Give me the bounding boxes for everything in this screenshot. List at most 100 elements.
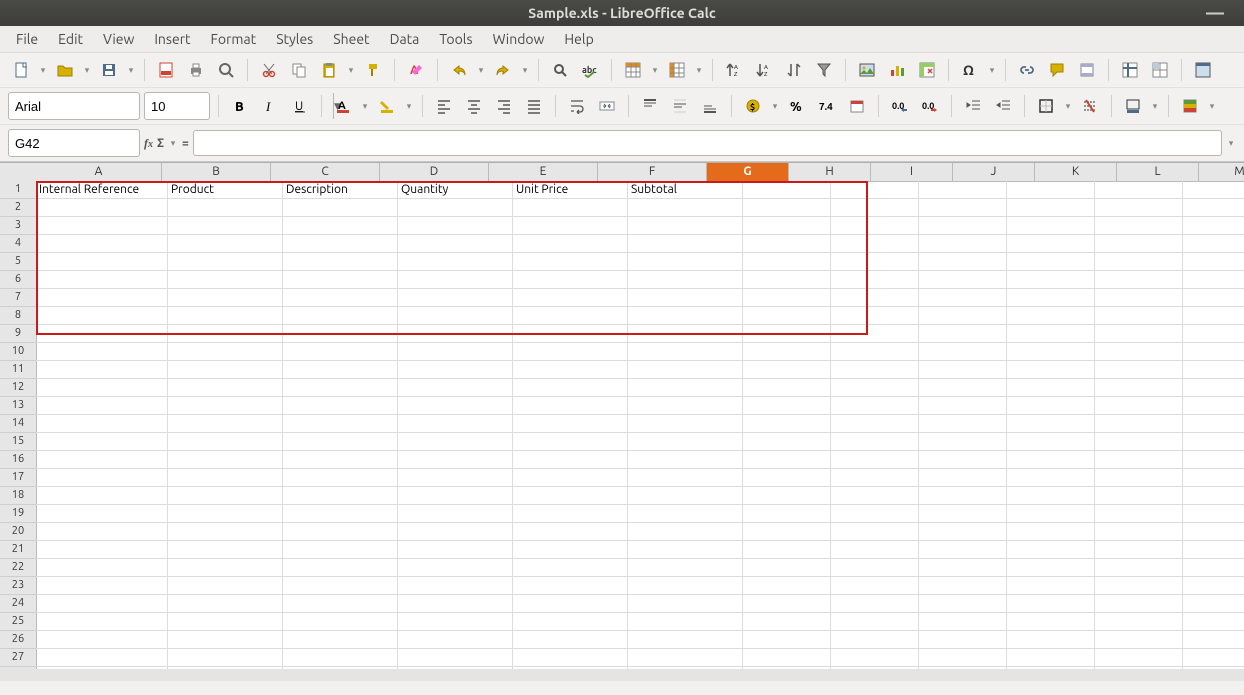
cell-G25[interactable] bbox=[743, 613, 831, 630]
cell-G9[interactable] bbox=[743, 325, 831, 342]
cell-I15[interactable] bbox=[919, 433, 1007, 450]
cell-L27[interactable] bbox=[1183, 649, 1244, 666]
cell-I26[interactable] bbox=[919, 631, 1007, 648]
sort-asc-icon[interactable]: AZ bbox=[721, 57, 747, 83]
cell-J8[interactable] bbox=[1007, 307, 1095, 324]
menu-window[interactable]: Window bbox=[487, 29, 551, 49]
cell-F18[interactable] bbox=[628, 487, 743, 504]
valign-top-icon[interactable] bbox=[637, 93, 663, 119]
cell-H4[interactable] bbox=[831, 235, 919, 252]
row-header-16[interactable]: 16 bbox=[0, 451, 36, 469]
cell-C13[interactable] bbox=[283, 397, 398, 414]
cell-I19[interactable] bbox=[919, 505, 1007, 522]
cell-K25[interactable] bbox=[1095, 613, 1183, 630]
cell-H19[interactable] bbox=[831, 505, 919, 522]
cell-H11[interactable] bbox=[831, 361, 919, 378]
cell-G24[interactable] bbox=[743, 595, 831, 612]
cell-L2[interactable] bbox=[1183, 199, 1244, 216]
cell-F24[interactable] bbox=[628, 595, 743, 612]
cell-E15[interactable] bbox=[513, 433, 628, 450]
cell-F20[interactable] bbox=[628, 523, 743, 540]
cell-F16[interactable] bbox=[628, 451, 743, 468]
clone-format-icon[interactable] bbox=[360, 57, 386, 83]
number-icon[interactable]: 7.4 bbox=[814, 93, 840, 119]
copy-icon[interactable] bbox=[286, 57, 312, 83]
cell-J5[interactable] bbox=[1007, 253, 1095, 270]
cell-G18[interactable] bbox=[743, 487, 831, 504]
align-right-icon[interactable] bbox=[491, 93, 517, 119]
column-header-M[interactable]: M bbox=[1199, 163, 1244, 181]
row-header-15[interactable]: 15 bbox=[0, 433, 36, 451]
border-icon[interactable] bbox=[1033, 93, 1059, 119]
cell-D8[interactable] bbox=[398, 307, 513, 324]
font-color-icon[interactable]: A bbox=[330, 93, 356, 119]
cell-C3[interactable] bbox=[283, 217, 398, 234]
cell-F28[interactable] bbox=[628, 667, 743, 669]
cell-E17[interactable] bbox=[513, 469, 628, 486]
cell-F23[interactable] bbox=[628, 577, 743, 594]
cell-G8[interactable] bbox=[743, 307, 831, 324]
cell-D26[interactable] bbox=[398, 631, 513, 648]
cell-L25[interactable] bbox=[1183, 613, 1244, 630]
border-color-icon[interactable] bbox=[1120, 93, 1146, 119]
cell-E18[interactable] bbox=[513, 487, 628, 504]
cell-I14[interactable] bbox=[919, 415, 1007, 432]
cell-L18[interactable] bbox=[1183, 487, 1244, 504]
column-header-J[interactable]: J bbox=[953, 163, 1035, 181]
row-header-24[interactable]: 24 bbox=[0, 595, 36, 613]
cell-B20[interactable] bbox=[168, 523, 283, 540]
cell-H12[interactable] bbox=[831, 379, 919, 396]
cell-E9[interactable] bbox=[513, 325, 628, 342]
column-header-A[interactable]: A bbox=[36, 163, 162, 181]
cell-D17[interactable] bbox=[398, 469, 513, 486]
cell-D21[interactable] bbox=[398, 541, 513, 558]
row-header-20[interactable]: 20 bbox=[0, 523, 36, 541]
sum-dropdown-icon[interactable]: ▾ bbox=[168, 138, 178, 149]
window-icon[interactable] bbox=[1190, 57, 1216, 83]
border-dropdown-icon[interactable]: ▾ bbox=[1063, 101, 1073, 112]
cell-J15[interactable] bbox=[1007, 433, 1095, 450]
cell-G3[interactable] bbox=[743, 217, 831, 234]
italic-icon[interactable]: I bbox=[257, 93, 283, 119]
cell-K18[interactable] bbox=[1095, 487, 1183, 504]
cell-H22[interactable] bbox=[831, 559, 919, 576]
cell-A14[interactable] bbox=[36, 415, 168, 432]
cell-I27[interactable] bbox=[919, 649, 1007, 666]
cell-B4[interactable] bbox=[168, 235, 283, 252]
cell-A15[interactable] bbox=[36, 433, 168, 450]
sort-desc-icon[interactable]: AZ bbox=[751, 57, 777, 83]
cell-K14[interactable] bbox=[1095, 415, 1183, 432]
cond-format-icon[interactable] bbox=[1177, 93, 1203, 119]
pivot-icon[interactable] bbox=[914, 57, 940, 83]
cell-F12[interactable] bbox=[628, 379, 743, 396]
cell-G16[interactable] bbox=[743, 451, 831, 468]
cell-E22[interactable] bbox=[513, 559, 628, 576]
cell-J18[interactable] bbox=[1007, 487, 1095, 504]
redo-icon[interactable] bbox=[490, 57, 516, 83]
cell-E11[interactable] bbox=[513, 361, 628, 378]
remove-decimal-icon[interactable]: 0.0 bbox=[917, 93, 943, 119]
open-dropdown-icon[interactable]: ▾ bbox=[82, 65, 92, 76]
cell-G11[interactable] bbox=[743, 361, 831, 378]
cell-C24[interactable] bbox=[283, 595, 398, 612]
cell-F22[interactable] bbox=[628, 559, 743, 576]
cell-A22[interactable] bbox=[36, 559, 168, 576]
cell-I5[interactable] bbox=[919, 253, 1007, 270]
cell-B8[interactable] bbox=[168, 307, 283, 324]
cell-I6[interactable] bbox=[919, 271, 1007, 288]
cell-D11[interactable] bbox=[398, 361, 513, 378]
cell-G5[interactable] bbox=[743, 253, 831, 270]
currency-dropdown-icon[interactable]: ▾ bbox=[770, 101, 780, 112]
cell-F2[interactable] bbox=[628, 199, 743, 216]
cell-L9[interactable] bbox=[1183, 325, 1244, 342]
cell-J1[interactable] bbox=[1007, 181, 1095, 198]
autofilter-icon[interactable] bbox=[811, 57, 837, 83]
row-header-14[interactable]: 14 bbox=[0, 415, 36, 433]
border-style-icon[interactable] bbox=[1077, 93, 1103, 119]
cell-H27[interactable] bbox=[831, 649, 919, 666]
cell-J11[interactable] bbox=[1007, 361, 1095, 378]
border-color-dropdown-icon[interactable]: ▾ bbox=[1150, 101, 1160, 112]
cell-I12[interactable] bbox=[919, 379, 1007, 396]
cell-K27[interactable] bbox=[1095, 649, 1183, 666]
cell-D6[interactable] bbox=[398, 271, 513, 288]
